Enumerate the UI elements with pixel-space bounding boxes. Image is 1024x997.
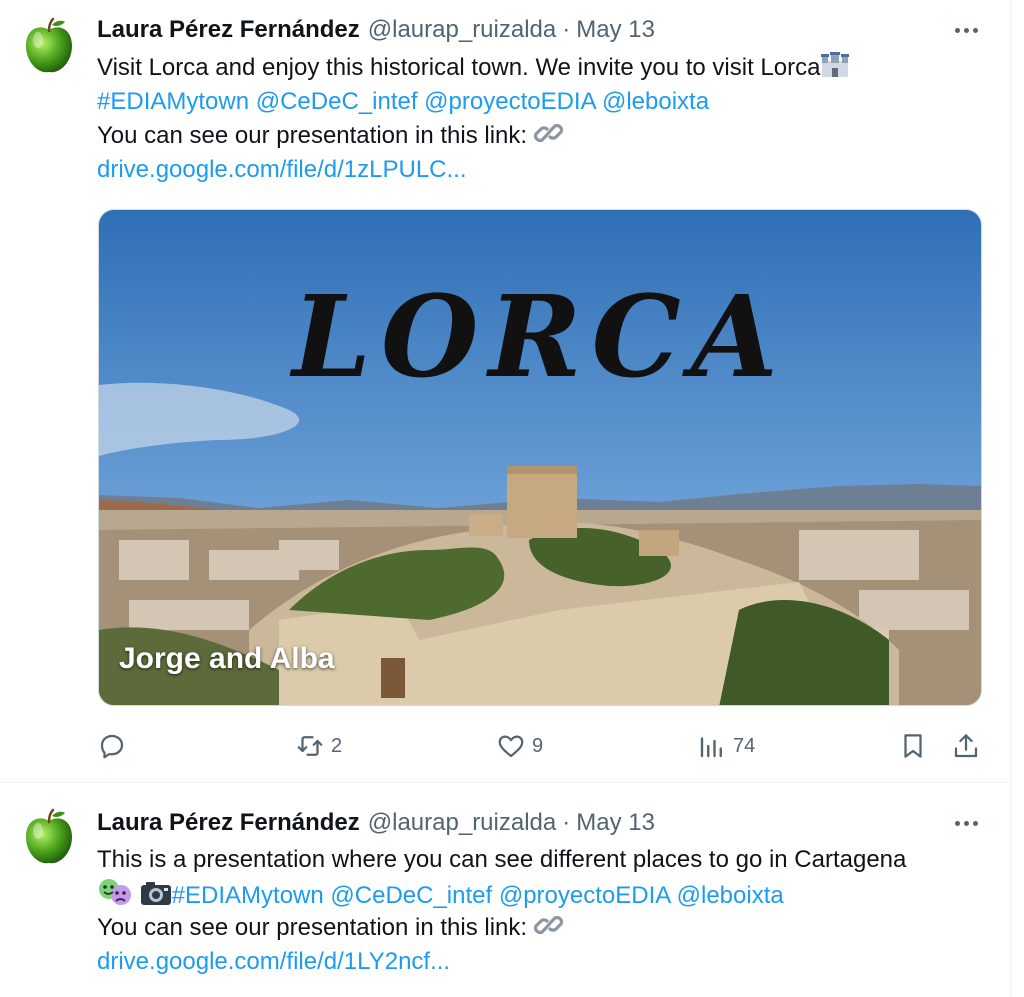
tweet-text-line: You can see our presentation in this lin… [97, 911, 987, 945]
tweet-url-line: drive.google.com/file/d/1LY2ncf... [97, 945, 987, 979]
tweet-text-content: This is a presentation where you can see… [97, 846, 907, 873]
bookmark-icon [904, 734, 922, 758]
tweet-text-content: You can see our presentation in this lin… [97, 914, 528, 941]
author-name[interactable]: Laura Pérez Fernández [97, 16, 360, 44]
share-icon [954, 734, 978, 758]
link-icon [533, 123, 563, 143]
retweet-button[interactable]: 2 [295, 726, 342, 766]
mention-link[interactable]: @proyectoEDIA [499, 882, 670, 909]
more-options-button[interactable] [951, 808, 981, 838]
views-count: 74 [733, 734, 756, 757]
author-handle[interactable]: @laurap_ruizalda [368, 16, 556, 44]
views-icon [700, 737, 722, 758]
tweet[interactable]: Laura Pérez Fernández @laurap_ruizalda ·… [0, 784, 1011, 997]
hashtag-link[interactable]: #EDIAMytown [172, 882, 324, 909]
more-options-icon [954, 27, 960, 33]
external-link[interactable]: drive.google.com/file/d/1LY2ncf... [97, 948, 450, 975]
camera-icon [140, 882, 171, 905]
retweet-count: 2 [331, 734, 343, 757]
mention-link[interactable]: @leboixta [677, 882, 784, 909]
timeline-feed: Laura Pérez Fernández @laurap_ruizalda ·… [0, 0, 1011, 997]
media-caption-text: Jorge and Alba [119, 642, 335, 675]
like-count: 9 [532, 734, 544, 757]
tweet-text-content: Visit Lorca and enjoy this historical to… [97, 54, 821, 81]
tweet-tags-line: #EDIAMytown @CeDeC_intef @proyectoEDIA @… [97, 877, 987, 911]
tweet-media-image[interactable]: LORCA Jorge and Alba [98, 209, 982, 706]
more-options-button[interactable] [951, 15, 981, 45]
author-handle[interactable]: @laurap_ruizalda [368, 809, 556, 837]
tweet-url-line: drive.google.com/file/d/1zLPULC... [97, 153, 987, 187]
mention-link[interactable]: @CeDeC_intef [330, 882, 492, 909]
avatar[interactable] [18, 807, 80, 869]
like-button[interactable]: 9 [496, 726, 543, 766]
separator-dot: · [562, 809, 571, 836]
tweet-header: Laura Pérez Fernández @laurap_ruizalda ·… [97, 808, 655, 838]
views-button[interactable]: 74 [697, 726, 755, 766]
more-options-icon [954, 820, 960, 826]
separator-dot: · [562, 16, 571, 43]
tweet-text: Visit Lorca and enjoy this historical to… [97, 51, 987, 187]
theater-masks-icon [99, 879, 131, 905]
tweet[interactable]: Laura Pérez Fernández @laurap_ruizalda ·… [0, 0, 1011, 783]
media-title-text: LORCA [292, 272, 788, 403]
mention-link[interactable]: @proyectoEDIA [424, 88, 595, 115]
tweet-text-line: You can see our presentation in this lin… [97, 119, 987, 153]
tweet-action-bar: 2 9 74 [97, 726, 983, 766]
reply-button[interactable] [97, 726, 133, 766]
mention-link[interactable]: @leboixta [602, 88, 709, 115]
tweet-date[interactable]: May 13 [576, 809, 655, 837]
external-link[interactable]: drive.google.com/file/d/1zLPULC... [97, 156, 467, 183]
castle-icon [821, 52, 850, 77]
tweet-date[interactable]: May 13 [576, 16, 655, 44]
tweet-tags-line: #EDIAMytown @CeDeC_intef @proyectoEDIA @… [97, 85, 987, 119]
avatar[interactable] [18, 16, 80, 78]
tweet-text-content: You can see our presentation in this lin… [97, 122, 528, 149]
tweet-text-line: Visit Lorca and enjoy this historical to… [97, 51, 987, 85]
mention-link[interactable]: @CeDeC_intef [256, 88, 418, 115]
tweet-text: This is a presentation where you can see… [97, 843, 987, 979]
tweet-text-line: This is a presentation where you can see… [97, 843, 987, 877]
author-name[interactable]: Laura Pérez Fernández [97, 809, 360, 837]
link-icon [533, 915, 563, 935]
share-button[interactable] [951, 726, 981, 766]
green-apple-icon [18, 807, 80, 869]
reply-icon [100, 734, 124, 759]
tweet-header: Laura Pérez Fernández @laurap_ruizalda ·… [97, 15, 655, 45]
retweet-icon [297, 736, 323, 756]
bookmark-button[interactable] [898, 726, 928, 766]
hashtag-link[interactable]: #EDIAMytown [97, 88, 249, 115]
green-apple-icon [18, 16, 80, 78]
like-icon [498, 735, 524, 758]
